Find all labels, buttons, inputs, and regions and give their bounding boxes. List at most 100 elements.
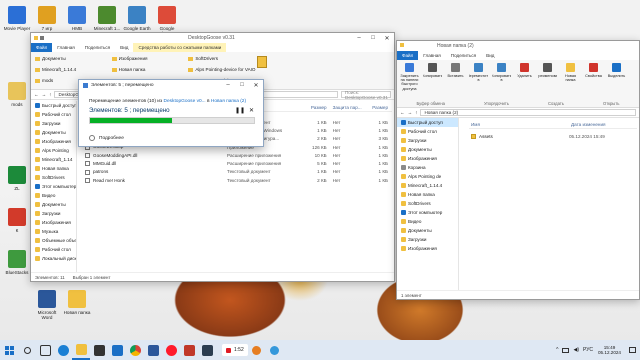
search-taskbar-button[interactable]: [18, 340, 36, 360]
close-button[interactable]: ✕: [380, 33, 394, 43]
file-row[interactable]: MMGuid.dll Расширение приложения 5 КБ Нет 1 …: [83, 159, 392, 167]
nav-item[interactable]: Рабочий стол: [31, 245, 76, 254]
column-header-cell[interactable]: Имя: [469, 122, 569, 127]
nav-item[interactable]: Видео: [397, 217, 458, 226]
ribbon-location-item[interactable]: Документы: [35, 54, 112, 63]
nav-item[interactable]: SoftDrivers: [397, 199, 458, 208]
nav-item[interactable]: Изображения: [31, 218, 76, 227]
nav-item[interactable]: Этот компьютер: [31, 182, 76, 191]
ribbon-button[interactable]: Новая папка: [561, 63, 580, 97]
dialog-title-bar[interactable]: Элементов: 5 ; перемещено – □ ✕: [79, 80, 263, 90]
ribbon-button[interactable]: Удалить: [515, 63, 534, 97]
up-arrow-icon[interactable]: ↑: [49, 92, 51, 97]
nav-item[interactable]: Объемные объекты: [31, 236, 76, 245]
desktop-shortcut[interactable]: Новая папка: [62, 290, 92, 315]
store-taskbar[interactable]: [90, 340, 108, 360]
start-button[interactable]: [0, 340, 18, 360]
file-row[interactable]: patrons Текстовый документ 1 КБ Нет 1 КБ: [83, 168, 392, 176]
recording-indicator[interactable]: 1:52: [222, 344, 248, 356]
ribbon-button[interactable]: Выделить: [607, 63, 626, 97]
nav-item[interactable]: Alps Pointing: [31, 146, 76, 155]
nav-item[interactable]: Изображения: [397, 154, 458, 163]
file-row[interactable]: Assets 05.12.2024 15:49: [469, 132, 637, 140]
ribbon-tab[interactable]: Главная: [52, 43, 79, 52]
ribbon-location-item[interactable]: SoftDrivers: [188, 54, 265, 63]
nav-item[interactable]: Корзина: [397, 163, 458, 172]
move-dest-link[interactable]: Новая папка (2): [211, 99, 246, 104]
nav-item[interactable]: Этот компьютер: [397, 208, 458, 217]
nav-item[interactable]: Загрузки: [31, 119, 76, 128]
dialog-maximize-button[interactable]: □: [235, 80, 249, 90]
up-arrow-icon[interactable]: ↑: [415, 110, 417, 115]
quick-access-toolbar[interactable]: [31, 36, 71, 40]
ribbon-tab[interactable]: Файл: [31, 43, 53, 52]
ribbon-location-item[interactable]: Новая папка: [111, 65, 189, 74]
ribbon-button[interactable]: Копировать: [423, 63, 442, 97]
maximize-button[interactable]: □: [366, 33, 380, 43]
file-row[interactable]: Read me! Honk Текстовый документ 2 КБ Нет 1 …: [83, 176, 392, 184]
nav-item[interactable]: Новая папка: [397, 190, 458, 199]
quick-access-toolbar-2[interactable]: [397, 43, 437, 49]
nav-item[interactable]: Документы: [31, 200, 76, 209]
column-header-cell[interactable]: Дата изменения: [569, 122, 629, 127]
desktop-shortcut[interactable]: ZL: [2, 166, 32, 191]
task-view-button[interactable]: [36, 340, 54, 360]
dialog-minimize-button[interactable]: –: [221, 80, 235, 90]
desktop-shortcut[interactable]: Movie Player: [2, 6, 32, 31]
nav-item[interactable]: Изображения: [31, 137, 76, 146]
details-toggle[interactable]: Подробнее: [89, 135, 124, 141]
network-icon[interactable]: [562, 347, 570, 353]
minimize-button[interactable]: –: [352, 33, 366, 43]
ribbon-location-item[interactable]: Minecraft_1.14.4: [35, 65, 112, 74]
forward-arrow-icon[interactable]: →: [42, 92, 47, 97]
app2-taskbar[interactable]: [198, 340, 216, 360]
desktop-shortcut[interactable]: Microsoft Word: [32, 290, 62, 320]
ribbon-tab[interactable]: Главная: [418, 51, 445, 60]
back-arrow-icon[interactable]: ←: [34, 92, 39, 97]
ribbon-tab[interactable]: Вид: [115, 43, 133, 52]
address-input-2[interactable]: Новая папка (2): [420, 109, 636, 116]
notifications-icon[interactable]: [629, 347, 636, 353]
language-indicator[interactable]: РУС: [583, 347, 593, 353]
nav-item[interactable]: Быстрый доступ: [397, 118, 458, 127]
nav-item[interactable]: Загрузки: [397, 136, 458, 145]
nav-item[interactable]: Рабочий стол: [31, 110, 76, 119]
ribbon-tab[interactable]: Поделиться: [446, 51, 481, 60]
file-row[interactable]: GooseModdingAPI.dll Расширение приложения…: [83, 151, 392, 159]
nav-item[interactable]: Музыка: [31, 227, 76, 236]
column-header-cell[interactable]: Размер: [364, 105, 392, 110]
nav-item[interactable]: Рабочий стол: [397, 127, 458, 136]
ribbon-tab[interactable]: Средства работы со сжатыми папками: [133, 43, 227, 52]
word-taskbar[interactable]: [144, 340, 162, 360]
nav-item[interactable]: Документы: [397, 145, 458, 154]
extract-icon[interactable]: [257, 56, 267, 68]
nav-item[interactable]: Alps Pointing de: [397, 172, 458, 181]
dialog-close-button[interactable]: ✕: [249, 80, 263, 90]
ribbon-location-item[interactable]: Изображения: [111, 54, 189, 63]
ribbon-button[interactable]: Закрепить на панели быстрого доступа: [400, 63, 419, 97]
nav-item[interactable]: SoftDrivers: [31, 173, 76, 182]
desktop-shortcut[interactable]: К: [2, 208, 32, 233]
title-bar[interactable]: DesktopGoose v0.31 – □ ✕: [31, 33, 394, 43]
app-taskbar[interactable]: [180, 340, 198, 360]
clock[interactable]: 15:49 05.12.2024: [598, 345, 621, 356]
ribbon-button[interactable]: Копировать в: [492, 63, 511, 97]
ribbon-button[interactable]: Вставить: [446, 63, 465, 97]
chevron-up-icon[interactable]: ^: [556, 347, 558, 353]
nav-item[interactable]: Новая папка: [31, 164, 76, 173]
ribbon-tab[interactable]: Поделиться: [80, 43, 115, 52]
column-header-cell[interactable]: Размер: [306, 105, 330, 110]
chrome-taskbar[interactable]: [126, 340, 144, 360]
opera-taskbar[interactable]: [162, 340, 180, 360]
nav-item[interactable]: Загрузки: [397, 235, 458, 244]
desktop-shortcut[interactable]: HMB: [62, 6, 92, 31]
mail-taskbar[interactable]: [108, 340, 126, 360]
nav-item[interactable]: Видео: [31, 191, 76, 200]
back-arrow-icon[interactable]: ←: [400, 110, 405, 115]
ribbon-button[interactable]: Переименовать: [538, 63, 557, 97]
nav-item[interactable]: Быстрый доступ: [31, 101, 76, 110]
desktop-shortcut[interactable]: mods: [2, 82, 32, 107]
nav-item[interactable]: Локальный диск: [31, 254, 76, 263]
tray-app-2[interactable]: [266, 340, 284, 360]
ribbon-button[interactable]: Переместить в: [469, 63, 488, 97]
